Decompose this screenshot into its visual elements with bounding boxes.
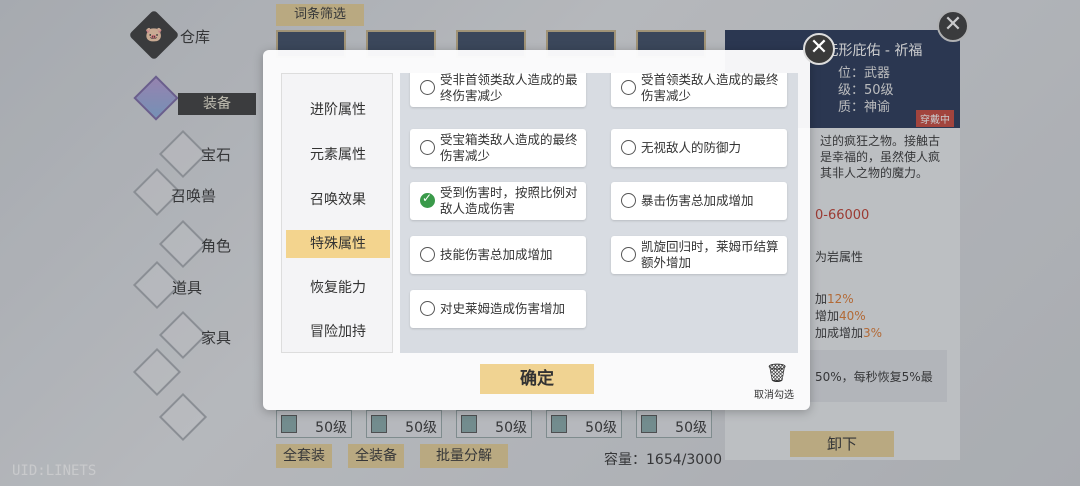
option-label: 无视敌人的防御力 [641,140,742,155]
option-label: 受到伤害时，按照比例对敌人造成伤害 [440,185,578,216]
radio-icon[interactable] [420,247,435,262]
radio-icon[interactable] [621,247,636,262]
options-grid: 受非首领类敌人造成的最终伤害减少 受首领类敌人造成的最终伤害减少 受宝箱类敌人造… [400,73,798,353]
option-label: 受宝箱类敌人造成的最终伤害减少 [440,132,578,163]
option-label: 暴击伤害总加成增加 [641,193,754,208]
confirm-button[interactable]: 确定 [480,364,594,394]
clear-selection-label: 取消勾选 [754,390,794,401]
category-element[interactable]: 元素属性 [282,141,392,169]
trash-icon: 🗑 [765,363,789,384]
radio-icon[interactable] [621,80,636,95]
option-crit-damage-bonus[interactable]: 暴击伤害总加成增加 [611,182,787,220]
option-label: 技能伤害总加成增加 [440,247,553,262]
option-skill-damage-bonus[interactable]: 技能伤害总加成增加 [410,236,586,274]
option-nonboss-damage-reduction[interactable]: 受非首领类敌人造成的最终伤害减少 [410,73,586,107]
option-reflect-damage[interactable]: 受到伤害时，按照比例对敌人造成伤害 [410,182,586,220]
checked-radio-icon[interactable] [420,191,435,208]
option-label: 凯旋回归时，莱姆币结算额外增加 [641,239,779,270]
option-boss-damage-reduction[interactable]: 受首领类敌人造成的最终伤害减少 [611,73,787,107]
option-label: 受首领类敌人造成的最终伤害减少 [641,73,779,103]
category-summon[interactable]: 召唤效果 [282,186,392,214]
radio-icon[interactable] [420,80,435,95]
radio-icon[interactable] [420,140,435,155]
radio-icon[interactable] [621,140,636,155]
radio-icon[interactable] [420,301,435,316]
option-slime-damage-bonus[interactable]: 对史莱姆造成伤害增加 [410,290,586,328]
category-recovery[interactable]: 恢复能力 [282,274,392,302]
category-adventure[interactable]: 冒险加持 [282,318,392,346]
option-ignore-defense[interactable]: 无视敌人的防御力 [611,129,787,167]
category-list: 进阶属性 元素属性 召唤效果 特殊属性 恢复能力 冒险加持 [281,73,393,353]
option-return-coin-bonus[interactable]: 凯旋回归时，莱姆币结算额外增加 [611,236,787,274]
clear-selection-button[interactable]: 🗑 取消勾选 [752,364,802,404]
category-advanced[interactable]: 进阶属性 [282,96,392,124]
option-label: 对史莱姆造成伤害增加 [440,301,566,316]
radio-icon[interactable] [621,193,636,208]
category-special[interactable]: 特殊属性 [286,230,390,258]
option-chest-damage-reduction[interactable]: 受宝箱类敌人造成的最终伤害减少 [410,129,586,167]
option-label: 受非首领类敌人造成的最终伤害减少 [440,73,578,103]
close-modal-icon[interactable]: ✕ [803,33,835,65]
